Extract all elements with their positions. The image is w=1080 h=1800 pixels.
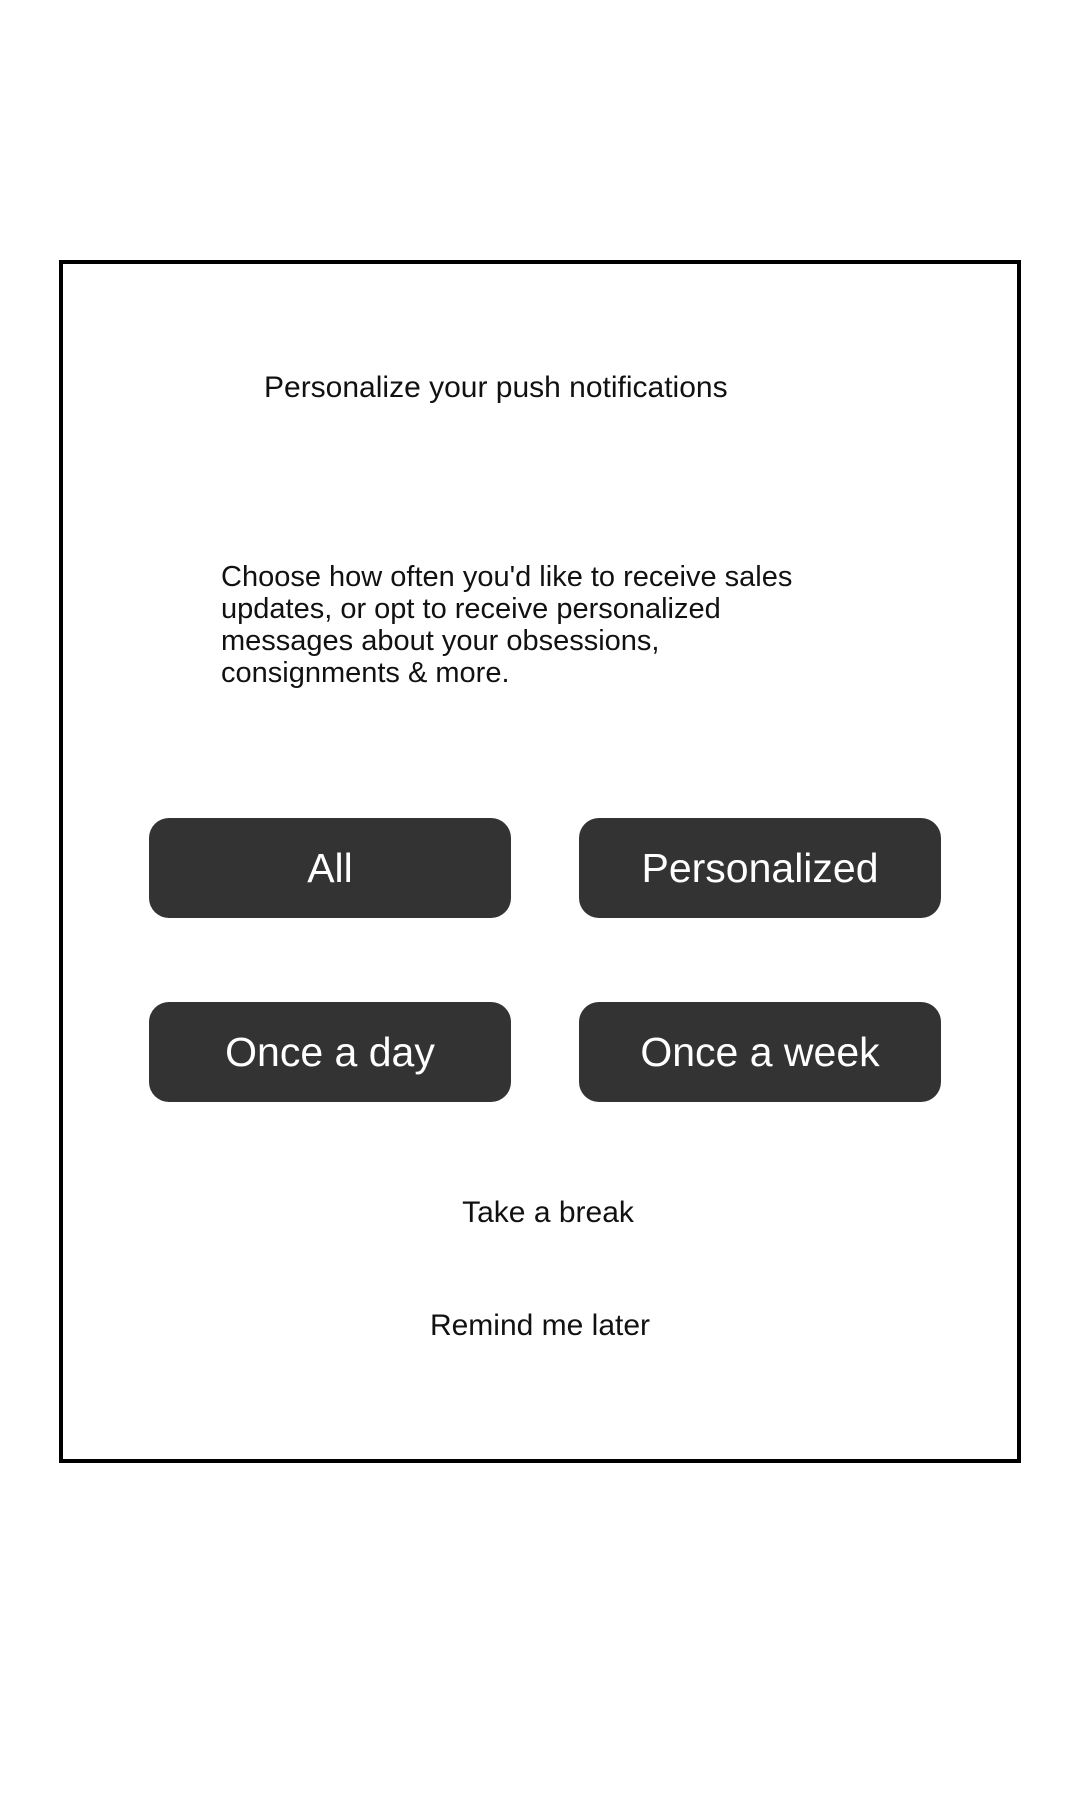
remind-me-later-link[interactable]: Remind me later <box>63 1308 1017 1344</box>
once-a-week-button[interactable]: Once a week <box>579 1002 941 1102</box>
push-notification-dialog: Personalize your push notifications Choo… <box>59 260 1021 1463</box>
once-a-day-button[interactable]: Once a day <box>149 1002 511 1102</box>
dialog-title: Personalize your push notifications <box>264 371 728 404</box>
take-a-break-link[interactable]: Take a break <box>63 1195 1017 1231</box>
personalized-button[interactable]: Personalized <box>579 818 941 918</box>
notification-screen: Personalize your push notifications Choo… <box>0 0 1080 1800</box>
dialog-description: Choose how often you'd like to receive s… <box>221 561 793 689</box>
all-button[interactable]: All <box>149 818 511 918</box>
